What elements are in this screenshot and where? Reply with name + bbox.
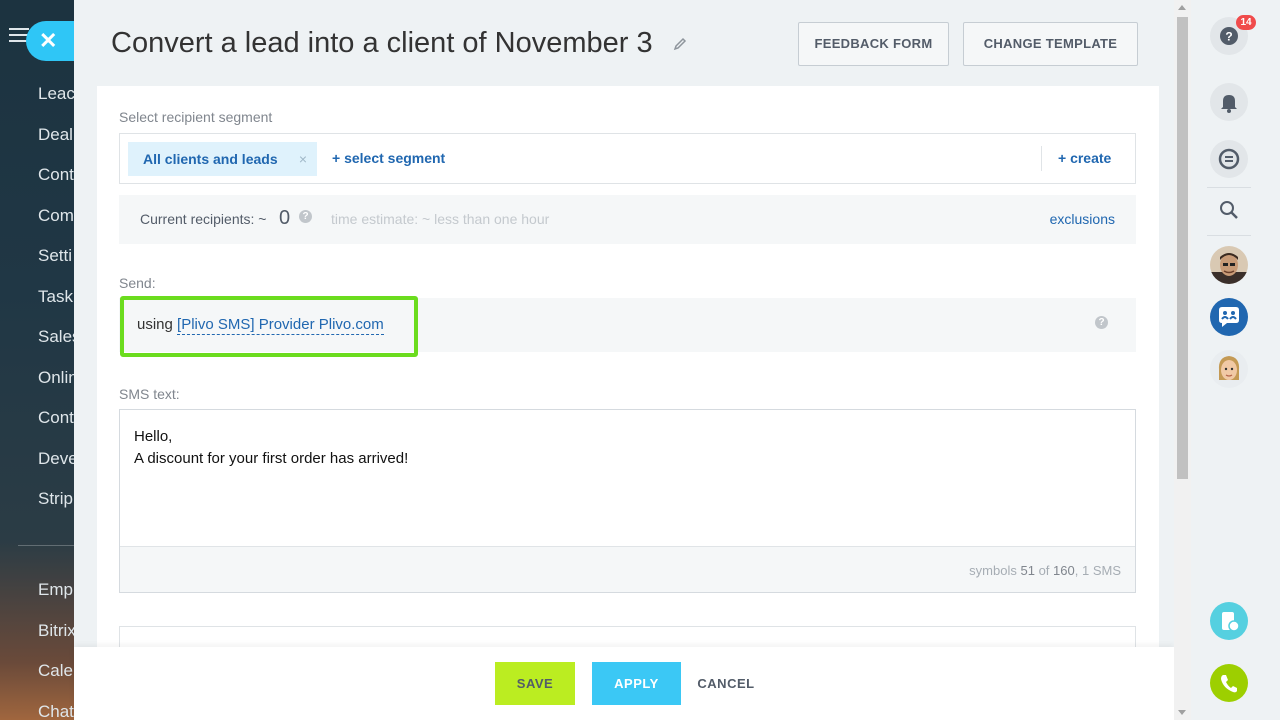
sms-line: A discount for your first order has arri… — [134, 450, 409, 467]
counter-sms: , 1 SMS — [1074, 563, 1121, 578]
slider-panel: Convert a lead into a client of November… — [74, 0, 1174, 720]
scroll-up-icon[interactable] — [1178, 5, 1186, 10]
avatar[interactable] — [1210, 246, 1248, 284]
search-button[interactable] — [1210, 191, 1248, 229]
send-label: Send: — [119, 275, 156, 291]
sidebar-item[interactable]: Leac — [38, 84, 74, 125]
segment-divider — [1041, 146, 1042, 171]
select-segment-link[interactable]: + select segment — [332, 150, 445, 166]
create-segment-link[interactable]: + create — [1058, 150, 1111, 166]
save-button[interactable]: SAVE — [495, 662, 575, 705]
segment-label: Select recipient segment — [119, 109, 273, 125]
panel-divider — [1207, 235, 1251, 236]
sidebar-item[interactable]: Cont — [38, 408, 74, 449]
search-icon — [1220, 201, 1238, 219]
svg-text:?: ? — [1225, 30, 1232, 44]
segment-chip-label: All clients and leads — [143, 151, 278, 167]
sidebar-item[interactable]: Deve — [38, 449, 74, 490]
open-lines-button[interactable] — [1210, 140, 1248, 178]
help-icon[interactable]: ? — [1095, 316, 1108, 329]
sidebar-item[interactable]: Bitrix — [38, 621, 74, 662]
segment-selector: All clients and leads × + select segment… — [119, 133, 1136, 184]
chat-refresh-icon — [1218, 148, 1240, 170]
sidebar-item[interactable]: Strip — [38, 489, 74, 530]
counter-used: 51 — [1020, 563, 1035, 578]
symbol-counter: symbols 51 of 160, 1 SMS — [969, 563, 1121, 578]
sidebar-item[interactable]: Onlin — [38, 368, 74, 409]
right-panel: ? 14 — [1191, 0, 1280, 720]
sms-counter-bar: symbols 51 of 160, 1 SMS — [120, 546, 1135, 592]
sidebar-menu: LeacDealContComSettiTaskSalesOnlinContDe… — [38, 84, 74, 530]
recipients-label: Current recipients: ~ — [140, 211, 267, 227]
avatar[interactable] — [1210, 350, 1248, 388]
sidebar-item[interactable]: Sales — [38, 327, 74, 368]
sidebar-divider — [18, 545, 74, 546]
apply-button[interactable]: APPLY — [592, 662, 681, 705]
footer-bar: SAVE APPLY CANCEL — [74, 647, 1174, 720]
notification-count-badge: 14 — [1236, 15, 1256, 30]
page-title: Convert a lead into a client of November… — [111, 27, 687, 60]
pencil-icon[interactable] — [673, 37, 687, 51]
counter-prefix: symbols — [969, 563, 1017, 578]
scroll-down-icon[interactable] — [1178, 710, 1186, 715]
sidebar-item[interactable]: Cont — [38, 165, 74, 206]
recipients-bar: Current recipients: ~ 0 ? time estimate:… — [119, 195, 1136, 244]
time-estimate: time estimate: ~ less than one hour — [331, 211, 550, 227]
sidebar-menu-secondary: Emp Bitrix Cale Chat — [38, 580, 74, 720]
send-provider-bar: using [Plivo SMS] Provider Plivo.com ? — [119, 296, 1136, 357]
counter-max: 160 — [1053, 563, 1075, 578]
group-chat-button[interactable] — [1210, 298, 1248, 336]
cancel-button[interactable]: CANCEL — [693, 662, 759, 705]
group-chat-icon — [1219, 307, 1239, 327]
segment-chip[interactable]: All clients and leads × — [128, 142, 317, 176]
bell-icon — [1221, 95, 1237, 113]
exclusions-link[interactable]: exclusions — [1050, 211, 1115, 227]
sidebar-item[interactable]: Setti — [38, 246, 74, 287]
sidebar-item[interactable]: Deal — [38, 125, 74, 166]
telephony-widget-button[interactable] — [1210, 602, 1248, 640]
counter-of: of — [1038, 563, 1050, 578]
provider-link[interactable]: [Plivo SMS] Provider Plivo.com — [177, 316, 384, 335]
help-icon[interactable]: ? — [299, 210, 312, 223]
call-button[interactable] — [1210, 664, 1248, 702]
letter-form-card: Select recipient segment All clients and… — [97, 86, 1159, 666]
notifications-button[interactable] — [1210, 83, 1248, 121]
sms-message[interactable]: Hello, A discount for your first order h… — [134, 426, 408, 470]
sidebar-item[interactable]: Emp — [38, 580, 74, 621]
scroll-thumb[interactable] — [1177, 17, 1188, 479]
sms-line: Hello, — [134, 428, 173, 445]
panel-divider — [1207, 187, 1251, 188]
background-sidebar: LeacDealContComSettiTaskSalesOnlinContDe… — [0, 0, 74, 720]
remove-segment-icon[interactable]: × — [299, 142, 307, 176]
sidebar-item[interactable]: Task — [38, 287, 74, 328]
phone-card-icon — [1222, 612, 1240, 632]
sms-text-label: SMS text: — [119, 386, 180, 402]
close-icon: ✕ — [39, 28, 58, 53]
feedback-form-button[interactable]: FEEDBACK FORM — [798, 22, 949, 66]
using-label: using — [137, 316, 173, 333]
sidebar-item[interactable]: Com — [38, 206, 74, 247]
close-slider-button[interactable]: ✕ — [26, 21, 74, 61]
sidebar-item[interactable]: Cale — [38, 661, 74, 702]
sms-text-field[interactable]: Hello, A discount for your first order h… — [119, 409, 1136, 593]
recipients-count: 0 — [279, 207, 291, 229]
page-title-text: Convert a lead into a client of November… — [111, 27, 653, 59]
scrollbar[interactable] — [1174, 0, 1191, 720]
change-template-button[interactable]: CHANGE TEMPLATE — [963, 22, 1138, 66]
sidebar-item[interactable]: Chat — [38, 702, 74, 720]
phone-icon — [1221, 675, 1237, 693]
send-provider-text: using [Plivo SMS] Provider Plivo.com — [137, 316, 384, 335]
